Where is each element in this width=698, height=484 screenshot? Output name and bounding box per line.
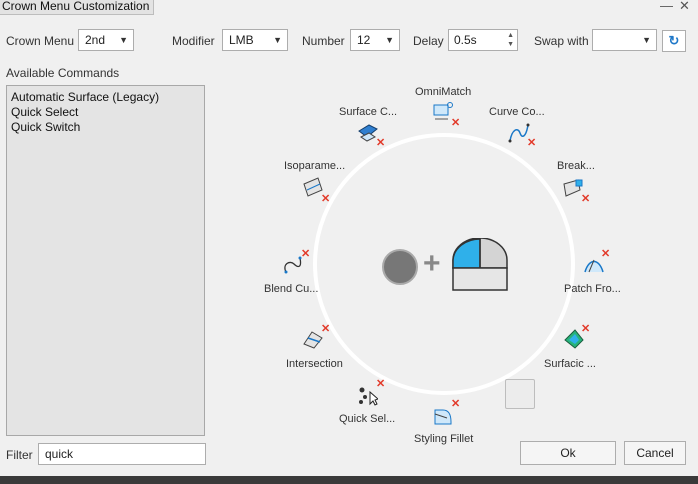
delay-label: Delay xyxy=(413,34,444,48)
circle-icon xyxy=(382,249,418,285)
delay-value: 0.5s xyxy=(454,33,477,47)
crown-menu-value: 2nd xyxy=(85,33,106,47)
remove-x-icon[interactable]: ✕ xyxy=(301,249,310,260)
crown-label-blend-curve: Blend Cu... xyxy=(264,283,319,295)
remove-x-icon[interactable]: ✕ xyxy=(321,194,330,205)
chevron-down-icon: ▼ xyxy=(642,35,651,45)
empty-command-slot[interactable] xyxy=(505,379,535,409)
filter-input[interactable]: quick xyxy=(38,443,206,465)
available-commands-heading: Available Commands xyxy=(6,66,120,80)
crown-menu-select[interactable]: 2nd ▼ xyxy=(78,29,134,51)
modifier-value: LMB xyxy=(229,33,254,47)
taskbar xyxy=(0,476,698,484)
window-title: Crown Menu Customization xyxy=(0,0,155,15)
swap-with-select[interactable]: ▼ xyxy=(592,29,657,51)
delay-spinbox[interactable]: 0.5s ▲ ▼ xyxy=(448,29,518,51)
crown-label-styling-fillet: Styling Fillet xyxy=(414,433,474,445)
chevron-down-icon: ▼ xyxy=(119,35,128,45)
ok-button[interactable]: Ok xyxy=(520,441,616,465)
minimize-icon[interactable]: — xyxy=(660,0,673,13)
list-item[interactable]: Quick Select xyxy=(7,105,204,120)
modifier-select[interactable]: LMB ▼ xyxy=(222,29,288,51)
remove-x-icon[interactable]: ✕ xyxy=(527,138,536,149)
remove-x-icon[interactable]: ✕ xyxy=(376,379,385,390)
available-commands-list[interactable]: Automatic Surface (Legacy) Quick Select … xyxy=(6,85,205,436)
crown-menu-label: Crown Menu xyxy=(6,34,75,48)
close-icon[interactable]: ✕ xyxy=(679,0,690,14)
chevron-down-icon: ▼ xyxy=(273,35,282,45)
remove-x-icon[interactable]: ✕ xyxy=(451,399,460,410)
filter-label: Filter xyxy=(6,448,33,462)
spin-up-icon[interactable]: ▲ xyxy=(507,32,514,39)
number-label: Number xyxy=(302,34,345,48)
modifier-label: Modifier xyxy=(172,34,215,48)
chevron-down-icon: ▼ xyxy=(385,35,394,45)
crown-label-surfacic: Surfacic ... xyxy=(544,358,596,370)
spin-down-icon[interactable]: ▼ xyxy=(507,41,514,48)
crown-label-curve-connect: Curve Co... xyxy=(489,106,545,118)
crown-label-isoparametric: Isoparame... xyxy=(284,160,346,172)
remove-x-icon[interactable]: ✕ xyxy=(451,118,460,129)
quick-select-icon[interactable] xyxy=(356,384,378,406)
list-item[interactable]: Quick Switch xyxy=(7,120,204,135)
mouse-icon xyxy=(452,238,508,291)
remove-x-icon[interactable]: ✕ xyxy=(581,324,590,335)
title-bar: Crown Menu Customization — ✕ xyxy=(0,0,698,15)
crown-ring xyxy=(313,133,575,395)
refresh-icon: ↻ xyxy=(668,33,680,48)
crown-menu-dialog: Crown Menu Customization — ✕ Crown Menu … xyxy=(0,0,698,476)
crown-label-surface-creation: Surface C... xyxy=(339,106,398,118)
crown-label-intersection: Intersection xyxy=(286,358,343,370)
refresh-button[interactable]: ↻ xyxy=(662,30,686,52)
crown-label-omnimatch: OmniMatch xyxy=(415,86,472,98)
remove-x-icon[interactable]: ✕ xyxy=(581,194,590,205)
remove-x-icon[interactable]: ✕ xyxy=(601,249,610,260)
number-value: 12 xyxy=(357,33,371,47)
remove-x-icon[interactable]: ✕ xyxy=(376,138,385,149)
swap-with-label: Swap with xyxy=(534,34,589,48)
remove-x-icon[interactable]: ✕ xyxy=(321,324,330,335)
crown-label-patch-from: Patch Fro... xyxy=(564,283,621,295)
crown-label-break: Break... xyxy=(557,160,595,172)
number-select[interactable]: 12 ▼ xyxy=(350,29,400,51)
crown-label-quick-select: Quick Sel... xyxy=(339,413,396,425)
plus-icon: + xyxy=(423,247,441,280)
list-item[interactable]: Automatic Surface (Legacy) xyxy=(7,90,204,105)
cancel-button[interactable]: Cancel xyxy=(624,441,686,465)
